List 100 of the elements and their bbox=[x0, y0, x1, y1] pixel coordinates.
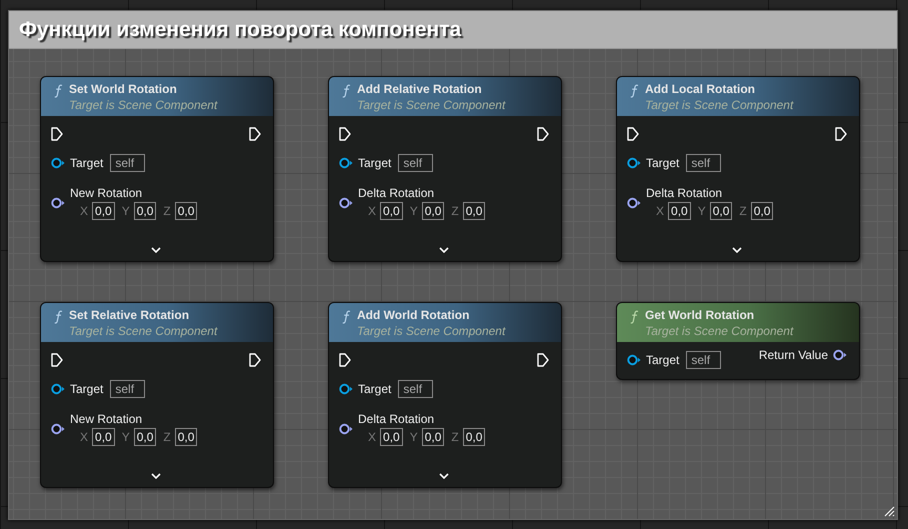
node-subtitle: Target is Scene Component bbox=[357, 323, 506, 339]
value-field[interactable]: 0,0 bbox=[422, 428, 444, 446]
value-field[interactable]: 0,0 bbox=[380, 428, 403, 446]
exec-pin-icon[interactable] bbox=[51, 353, 63, 367]
chevron-down-icon[interactable] bbox=[732, 247, 742, 253]
node-subtitle: Target is Scene Component bbox=[357, 97, 506, 113]
pin-label: Target bbox=[70, 156, 104, 170]
value-field[interactable]: 0,0 bbox=[462, 428, 486, 446]
function-icon bbox=[54, 84, 63, 98]
function-node[interactable]: Set World Rotation Target is Scene Component Target self New Rotation X 0,0 Y 0,0 Z 0,0 bbox=[40, 76, 274, 262]
value-field[interactable]: 0,0 bbox=[134, 428, 156, 446]
exec-pin-icon[interactable] bbox=[835, 127, 847, 141]
pin-label: Delta Rotation bbox=[358, 186, 436, 200]
pin-label: Return Value bbox=[758, 348, 828, 362]
function-icon bbox=[630, 310, 639, 324]
pin-icon[interactable] bbox=[51, 423, 65, 435]
axis-label: Z bbox=[739, 204, 747, 218]
pin-icon[interactable] bbox=[339, 423, 353, 435]
function-node[interactable]: Set Relative Rotation Target is Scene Component Target self New Rotation X 0,0 Y 0,0 Z 0,0 bbox=[40, 302, 274, 488]
pin-icon[interactable] bbox=[339, 197, 353, 209]
node-subtitle: Target is Scene Component bbox=[69, 97, 218, 113]
axis-label: Y bbox=[410, 204, 418, 218]
value-field[interactable]: 0,0 bbox=[750, 202, 774, 220]
value-field[interactable]: 0,0 bbox=[710, 202, 732, 220]
function-icon bbox=[342, 84, 351, 98]
node-title: Add Local Rotation bbox=[645, 82, 756, 97]
exec-pin-icon[interactable] bbox=[537, 353, 549, 367]
axis-label: X bbox=[656, 204, 664, 218]
axis-label: X bbox=[80, 430, 88, 444]
axis-label: X bbox=[368, 430, 376, 444]
function-node[interactable]: Get World Rotation Target is Scene Component Target self Return Value bbox=[616, 302, 860, 380]
value-field[interactable]: 0,0 bbox=[380, 202, 403, 220]
pin-label: Delta Rotation bbox=[358, 412, 436, 426]
function-icon bbox=[630, 84, 639, 98]
pin-icon[interactable] bbox=[627, 157, 641, 169]
value-field[interactable]: 0,0 bbox=[134, 202, 156, 220]
pin-label: Delta Rotation bbox=[646, 186, 724, 200]
pin-icon[interactable] bbox=[627, 197, 641, 209]
node-title: Set Relative Rotation bbox=[69, 308, 190, 323]
value-field[interactable]: 0,0 bbox=[462, 202, 486, 220]
function-icon bbox=[342, 310, 351, 324]
axis-label: Y bbox=[410, 430, 418, 444]
function-node[interactable]: Add Relative Rotation Target is Scene Component Target self Delta Rotation X 0,0 Y 0,0 Z 0,0 bbox=[328, 76, 562, 262]
pin-icon[interactable] bbox=[51, 157, 65, 169]
pin-label: New Rotation bbox=[70, 186, 144, 200]
pin-label: Target bbox=[358, 156, 392, 170]
exec-pin-icon[interactable] bbox=[51, 127, 63, 141]
value-field[interactable]: self bbox=[110, 380, 146, 398]
axis-label: X bbox=[368, 204, 376, 218]
value-field[interactable]: self bbox=[686, 154, 722, 172]
axis-label: Z bbox=[163, 430, 171, 444]
value-field[interactable]: self bbox=[398, 380, 434, 398]
axis-label: Z bbox=[451, 204, 459, 218]
value-field[interactable]: 0,0 bbox=[668, 202, 691, 220]
exec-pin-icon[interactable] bbox=[249, 127, 261, 141]
exec-pin-icon[interactable] bbox=[249, 353, 261, 367]
function-node[interactable]: Add World Rotation Target is Scene Component Target self Delta Rotation X 0,0 Y 0,0 Z 0,0 bbox=[328, 302, 562, 488]
value-field[interactable]: 0,0 bbox=[92, 428, 115, 446]
function-icon bbox=[54, 310, 63, 324]
node-title: Add World Rotation bbox=[357, 308, 470, 323]
pin-icon[interactable] bbox=[339, 383, 353, 395]
pin-label: Target bbox=[358, 382, 392, 396]
exec-pin-icon[interactable] bbox=[537, 127, 549, 141]
value-field[interactable]: 0,0 bbox=[174, 202, 198, 220]
node-subtitle: Target is Scene Component bbox=[645, 97, 794, 113]
axis-label: Y bbox=[122, 204, 130, 218]
value-field[interactable]: 0,0 bbox=[174, 428, 198, 446]
axis-label: Z bbox=[163, 204, 171, 218]
axis-label: Y bbox=[122, 430, 130, 444]
chevron-down-icon[interactable] bbox=[439, 473, 449, 479]
axis-label: X bbox=[80, 204, 88, 218]
pin-icon[interactable] bbox=[627, 354, 641, 366]
exec-pin-icon[interactable] bbox=[339, 353, 351, 367]
exec-pin-icon[interactable] bbox=[627, 127, 639, 141]
value-field[interactable]: self bbox=[686, 351, 722, 369]
node-title: Add Relative Rotation bbox=[357, 82, 483, 97]
value-field[interactable]: 0,0 bbox=[92, 202, 115, 220]
node-subtitle: Target is Scene Component bbox=[69, 323, 218, 339]
chevron-down-icon[interactable] bbox=[151, 247, 161, 253]
resize-grip-icon[interactable] bbox=[883, 505, 895, 517]
value-field[interactable]: 0,0 bbox=[422, 202, 444, 220]
chevron-down-icon[interactable] bbox=[151, 473, 161, 479]
pin-icon[interactable] bbox=[51, 197, 65, 209]
pin-icon[interactable] bbox=[51, 383, 65, 395]
node-title: Get World Rotation bbox=[645, 308, 756, 323]
value-field[interactable]: self bbox=[398, 154, 434, 172]
node-title: Set World Rotation bbox=[69, 82, 178, 97]
exec-pin-icon[interactable] bbox=[339, 127, 351, 141]
node-subtitle: Target is Scene Component bbox=[645, 323, 794, 339]
chevron-down-icon[interactable] bbox=[439, 247, 449, 253]
pin-icon[interactable] bbox=[833, 349, 847, 361]
pin-label: Target bbox=[70, 382, 104, 396]
pin-label: Target bbox=[646, 156, 680, 170]
value-field[interactable]: self bbox=[110, 154, 146, 172]
pin-label: New Rotation bbox=[70, 412, 144, 426]
function-node[interactable]: Add Local Rotation Target is Scene Component Target self Delta Rotation X 0,0 Y 0,0 Z 0,0 bbox=[616, 76, 860, 262]
axis-label: Y bbox=[698, 204, 706, 218]
axis-label: Z bbox=[451, 430, 459, 444]
pin-icon[interactable] bbox=[339, 157, 353, 169]
pin-label: Target bbox=[646, 353, 680, 367]
